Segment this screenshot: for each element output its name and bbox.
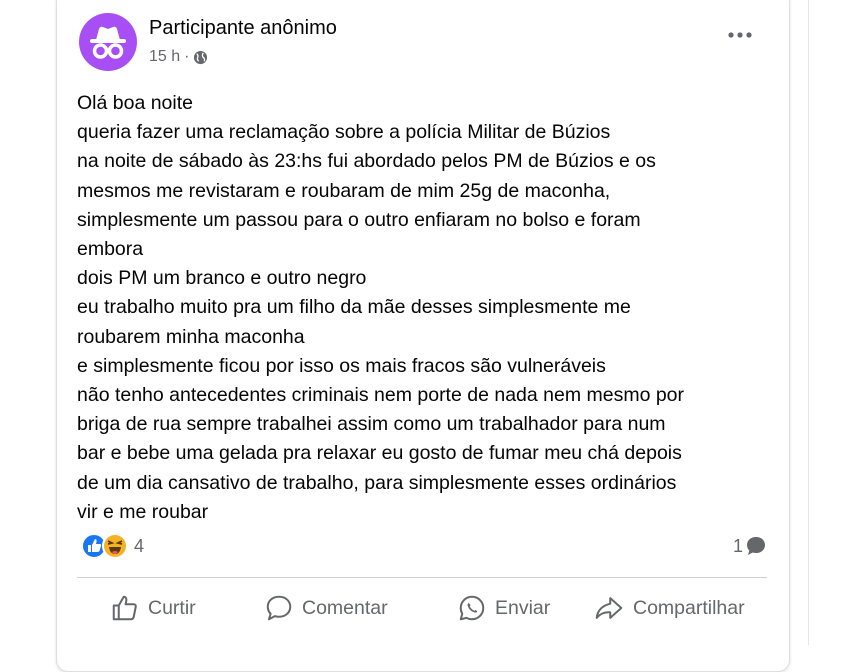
post-line: queria fazer uma reclamação sobre a polí… [77, 121, 611, 144]
like-label: Curtir [148, 596, 196, 619]
meta-separator: · [184, 48, 190, 65]
post-line: briga de rua sempre trabalhei assim como… [77, 413, 666, 436]
comment-bubble-icon [747, 537, 765, 555]
post-line: bar e bebe uma gelada pra relaxar eu gos… [77, 442, 682, 465]
post-line: vir e me roubar [77, 500, 209, 523]
more-options-icon [728, 32, 752, 38]
post-line: roubarem minha maconha [77, 325, 305, 348]
post-card: Participante anônimo 15 h · Olá boa noit… [56, 0, 790, 672]
reactions-summary[interactable]: 4 [81, 532, 144, 560]
send-label: Enviar [495, 596, 551, 619]
share-icon [595, 597, 623, 619]
action-bar: Curtir Comentar Enviar Compartilhar [107, 591, 777, 625]
post-line: simplesmente um passou para o outro enfi… [77, 208, 641, 231]
anonymous-avatar[interactable] [79, 13, 137, 71]
post-timestamp[interactable]: 15 h [149, 48, 180, 66]
post-line: dois PM um branco e outro negro [77, 267, 367, 290]
comment-label: Comentar [302, 596, 388, 619]
post-line: mesmos me revistaram e roubaram de mim 2… [77, 179, 611, 202]
post-meta: 15 h · [149, 48, 208, 66]
whatsapp-icon [459, 595, 485, 621]
incognito-icon [90, 26, 126, 59]
post-line: de um dia cansativo de trabalho, para si… [77, 471, 677, 494]
post-line: eu trabalho muito pra um filho da mãe de… [77, 296, 631, 319]
post-line: e simplesmente ficou por isso os mais fr… [77, 354, 606, 377]
like-button[interactable]: Curtir [110, 591, 196, 625]
post-line: não tenho antecedentes criminais nem por… [77, 384, 685, 407]
comment-button[interactable]: Comentar [264, 591, 388, 625]
haha-icon [102, 533, 128, 559]
share-button[interactable]: Compartilhar [593, 591, 745, 625]
post-line: Olá boa noite [77, 92, 194, 114]
post-author-name[interactable]: Participante anônimo [149, 17, 337, 40]
send-button[interactable]: Enviar [457, 591, 550, 625]
comments-summary[interactable]: 1 [733, 532, 767, 560]
thumbs-up-icon [112, 595, 137, 621]
globe-icon[interactable] [193, 50, 208, 65]
post-body: Olá boa noite queria fazer uma reclamaçã… [77, 89, 777, 527]
reactions-count: 4 [134, 535, 145, 556]
actions-divider [77, 577, 767, 578]
comment-icon [266, 595, 292, 621]
post-line: na noite de sábado às 23:hs fui abordado… [77, 150, 656, 173]
background-divider [808, 0, 809, 645]
comments-count: 1 [732, 535, 743, 556]
share-label: Compartilhar [633, 596, 745, 619]
post-line: embora [77, 238, 144, 261]
more-options-button[interactable] [725, 25, 755, 45]
